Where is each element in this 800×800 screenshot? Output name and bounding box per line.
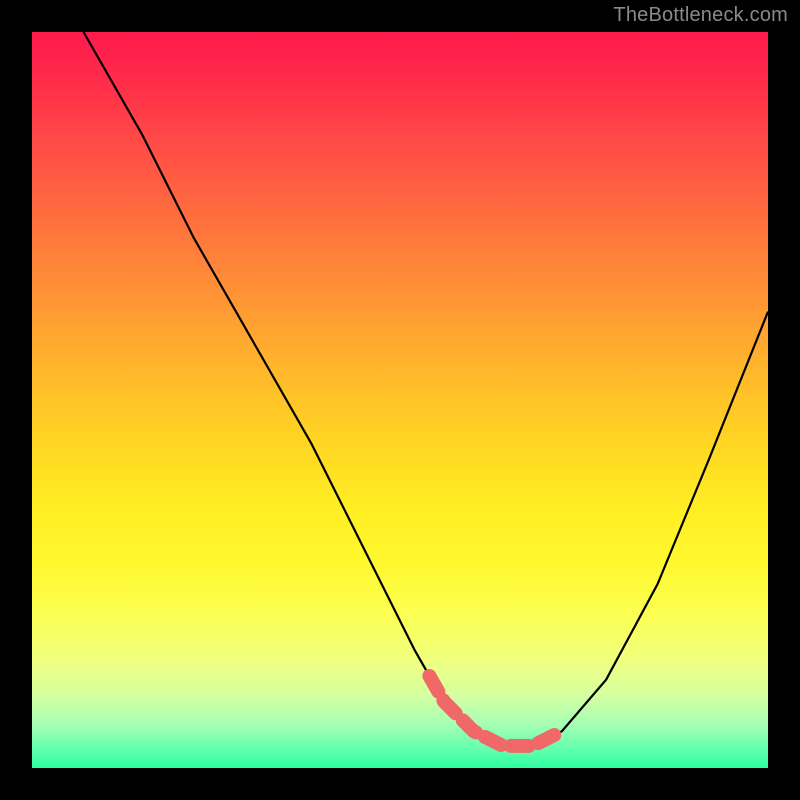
plot-area <box>32 32 768 768</box>
sweet-spot-highlight <box>32 32 768 768</box>
chart-frame: TheBottleneck.com <box>0 0 800 800</box>
sweet-spot-path <box>429 676 562 746</box>
watermark-text: TheBottleneck.com <box>613 4 788 27</box>
